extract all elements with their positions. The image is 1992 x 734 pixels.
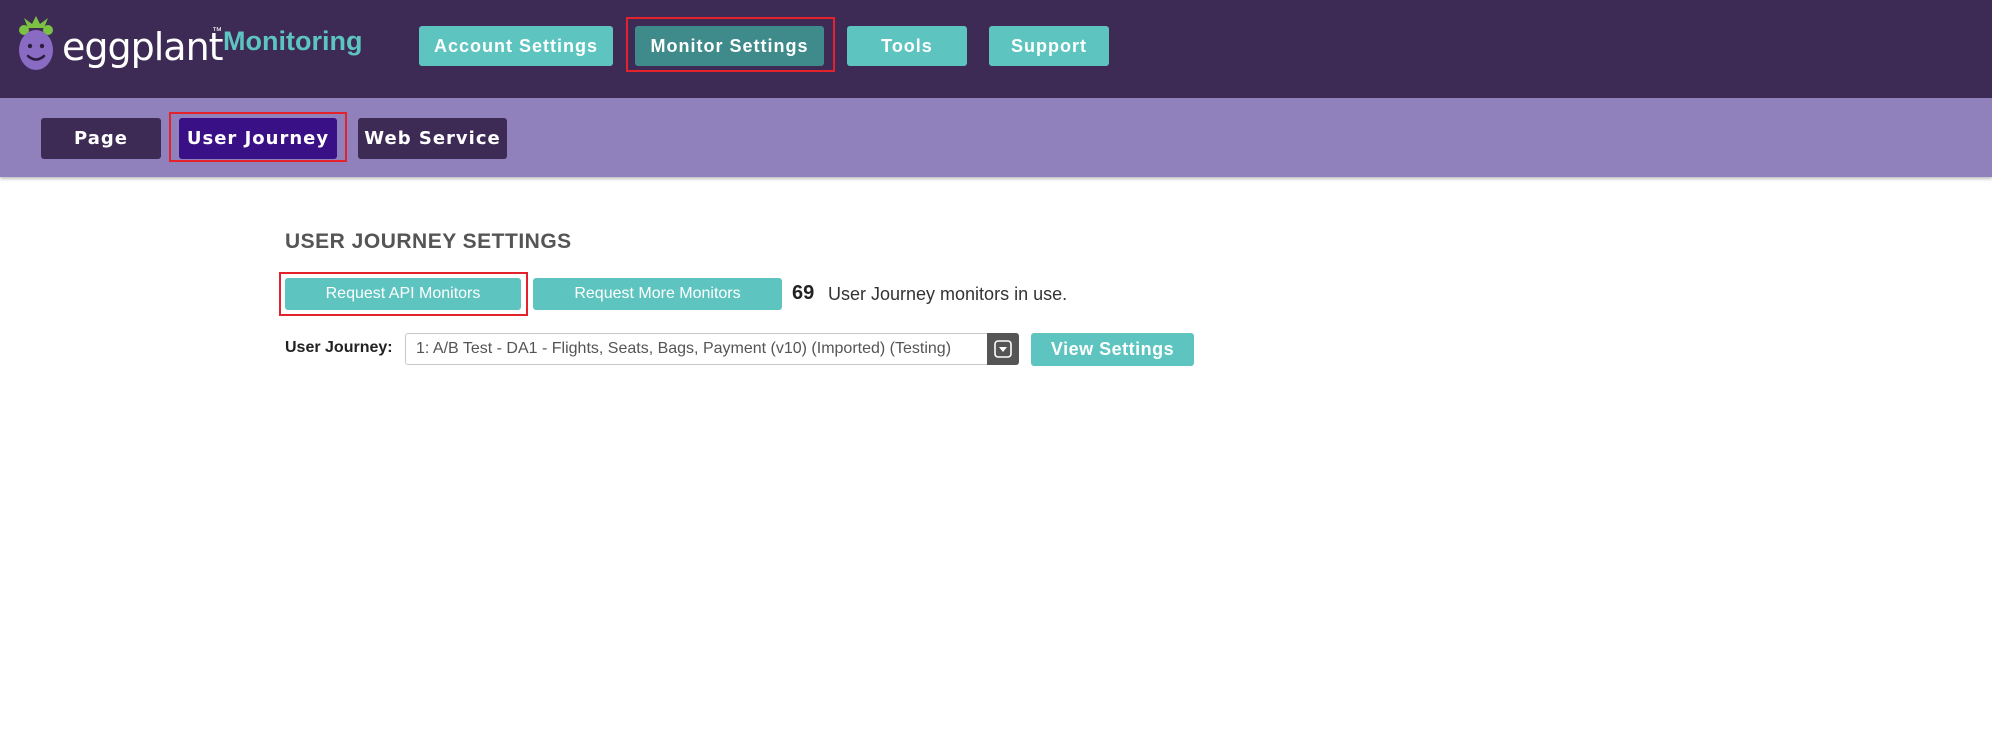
page-title: USER JOURNEY SETTINGS [285,230,572,253]
nav-account-settings[interactable]: Account Settings [419,26,613,66]
logo-wordmark: eggplant [62,25,224,69]
nav-tools[interactable]: Tools [847,26,967,66]
user-journey-selected-value: 1: A/B Test - DA1 - Flights, Seats, Bags… [416,340,952,357]
request-more-monitors-button[interactable]: Request More Monitors [533,278,782,310]
eggplant-mascot-icon [19,16,53,70]
view-settings-button[interactable]: View Settings [1031,333,1194,366]
tab-user-journey[interactable]: User Journey [179,118,337,159]
logo-product-name: Monitoring [223,26,363,56]
user-journey-select[interactable]: 1: A/B Test - DA1 - Flights, Seats, Bags… [405,333,1019,365]
request-api-monitors-button[interactable]: Request API Monitors [285,278,521,310]
monitor-count: 69 [792,282,815,304]
tab-web-service[interactable]: Web Service [358,118,507,159]
sub-nav-bar: Page User Journey Web Service [0,98,1992,177]
tab-page[interactable]: Page [41,118,161,159]
nav-support[interactable]: Support [989,26,1109,66]
logo-trademark: ™ [212,26,222,37]
nav-monitor-settings[interactable]: Monitor Settings [635,26,824,66]
chevron-down-icon [994,340,1012,358]
top-bar: eggplant ™ Monitoring Account Settings M… [0,0,1992,98]
monitor-usage-text: User Journey monitors in use. [828,284,1068,304]
eggplant-logo[interactable]: eggplant ™ Monitoring [12,16,372,72]
dropdown-toggle[interactable] [987,333,1019,365]
user-journey-label: User Journey: [285,339,393,356]
